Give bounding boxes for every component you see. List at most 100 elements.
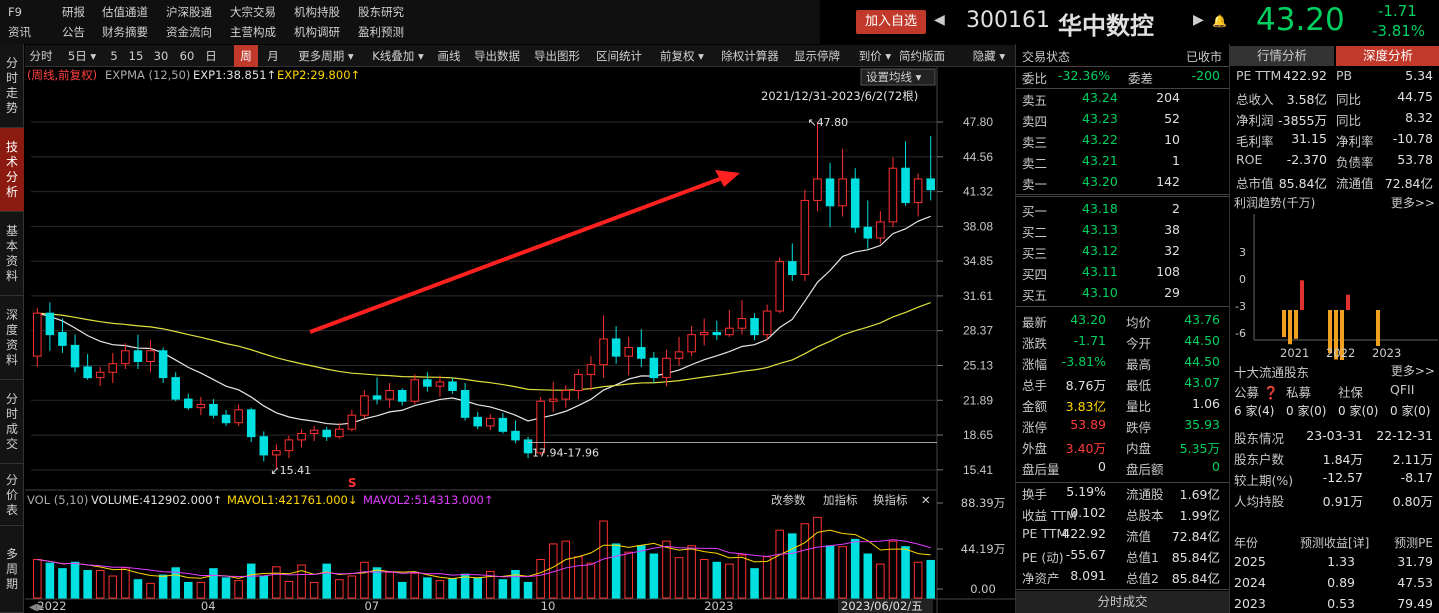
toolbar-button[interactable]: 30 [149, 45, 173, 67]
metric-label: 毛利率 [1236, 134, 1274, 149]
more-link[interactable]: 更多>> [1391, 194, 1435, 211]
more-link[interactable]: 更多>> [1391, 362, 1435, 379]
forecast-eps: 1.33 [1327, 554, 1355, 569]
sidebar-tab-1[interactable]: 技 术 分 析 [0, 128, 24, 212]
toolbar-button[interactable]: 15 [125, 45, 147, 67]
fund-label: 净资产 [1022, 571, 1060, 586]
candle-body [750, 318, 759, 336]
stat-value: 0 [1098, 459, 1106, 474]
toolbar-button[interactable]: 60 [175, 45, 199, 67]
top-menu: F9 研报 估值通道 沪深股通 大宗交易 机构持股 股东研究资讯 公告 财务摘要 资金流向 主营构成… [0, 0, 820, 44]
next-stock-icon[interactable]: ▶ [1193, 12, 1204, 28]
toolbar-button[interactable]: 隐藏 ▾ [963, 45, 1015, 67]
stat-value: 1.06 [1192, 396, 1220, 411]
orderbook-price: 43.13 [1082, 222, 1118, 237]
prev-stock-icon[interactable]: ◀ [934, 12, 945, 28]
menu-item[interactable]: 盈利预测 [358, 21, 404, 43]
menu-item[interactable]: 主营构成 [230, 21, 276, 43]
menu-item[interactable]: 公告 [62, 21, 85, 43]
separator [1016, 196, 1229, 197]
toolbar-button[interactable]: 区间统计 [591, 45, 647, 67]
sidebar-tab-2[interactable]: 基 本 资 料 [0, 212, 24, 296]
forecast-pe: 31.79 [1397, 554, 1433, 569]
sidebar-tab-3[interactable]: 深 度 资 料 [0, 296, 24, 380]
vol-button-0[interactable]: 改参数 [771, 493, 806, 507]
menu-item[interactable]: 沪深股通 [166, 1, 212, 23]
add-watchlist-button[interactable]: 加入自选 [856, 10, 926, 34]
holder-label: 股东户数 [1234, 452, 1285, 467]
forecast-header: 年份 [1234, 536, 1259, 550]
toolbar-button[interactable]: 到价 ▾ [851, 45, 899, 67]
mini-x-label: 2022 [1326, 346, 1355, 360]
candle-body [687, 334, 696, 353]
holder-label: 较上期(%) [1234, 473, 1294, 488]
menu-item[interactable]: F9 [8, 1, 22, 23]
stat-value: -3.81% [1061, 354, 1106, 369]
toolbar-button[interactable]: 简约版面 [895, 45, 949, 67]
sidebar-tab-0[interactable]: 分 时 走 势 [0, 44, 24, 128]
volume-bar [788, 533, 797, 599]
holder-value: 0.80万 [1392, 494, 1433, 509]
forecast-year: 2025 [1234, 554, 1266, 569]
menu-item[interactable]: 资金流向 [166, 21, 212, 43]
y-tick-label: 31.61 [963, 289, 993, 303]
volume-bar [297, 564, 306, 599]
toolbar-button[interactable]: 更多周期 ▾ [289, 45, 363, 67]
orderbook-label: 卖三 [1022, 135, 1048, 150]
menu-item[interactable]: 机构调研 [294, 21, 340, 43]
kline-chart[interactable]: 47.80 44.56 41.32 38.08 34.85 31.61 28.37 25.13… [25, 67, 1015, 613]
sidebar-tab-6[interactable]: 多 周 期 [0, 526, 24, 613]
toolbar-button[interactable]: 分时 [25, 45, 57, 67]
holder-value: 0.91万 [1322, 494, 1363, 509]
toolbar-button[interactable]: K线叠加 ▾ [365, 45, 431, 67]
candle-body [196, 403, 206, 409]
menu-item[interactable]: 大宗交易 [230, 1, 276, 23]
y-tick-label: 34.85 [963, 254, 993, 268]
candle-body [850, 178, 860, 228]
volume-bar [196, 581, 206, 599]
menu-item[interactable]: 股东研究 [358, 1, 404, 23]
forecast-year: 2023 [1234, 596, 1266, 611]
forecast-year: 2024 [1234, 575, 1266, 590]
tab-market-analysis[interactable]: 行情分析 [1230, 46, 1334, 66]
toolbar-button[interactable]: 显示停牌 [789, 45, 845, 67]
menu-item[interactable]: 估值通道 [102, 1, 148, 23]
toolbar-button[interactable]: 导出图形 [529, 45, 585, 67]
volume-bar [624, 551, 633, 599]
bell-icon[interactable]: 🔔 [1212, 14, 1227, 28]
volume-bar [699, 559, 709, 599]
holder-value: -12.57 [1322, 470, 1363, 485]
separator [1016, 482, 1229, 483]
sidebar-tab-4[interactable]: 分 时 成 交 [0, 380, 24, 464]
candle-body [460, 390, 470, 418]
vol-button-3[interactable]: ✕ [921, 493, 931, 507]
candle-body [863, 226, 873, 239]
stat-label: 跌停 [1126, 420, 1152, 435]
toolbar-button[interactable]: 日 [201, 45, 221, 67]
candle-body [611, 338, 621, 357]
toolbar-button[interactable]: 月 [261, 45, 285, 67]
tick-detail-button[interactable]: 分时成交 [1016, 591, 1229, 613]
vol-button-1[interactable]: 加指标 [823, 493, 858, 507]
menu-item[interactable]: 机构持股 [294, 1, 340, 23]
toolbar-button[interactable]: 画线 [433, 45, 465, 67]
toolbar-button[interactable]: 周 [234, 45, 258, 67]
toolbar-button[interactable]: 5日 ▾ [59, 45, 105, 67]
scroll-left-icon[interactable]: ◀▶ [29, 602, 45, 613]
toolbar-button[interactable]: 前复权 ▾ [653, 45, 711, 67]
toolbar-button[interactable]: 导出数据 [469, 45, 525, 67]
sidebar-tab-5[interactable]: 分 价 表 [0, 464, 24, 526]
legend-indicator: EXPMA (12,50) [105, 68, 190, 82]
vol-button-2[interactable]: 换指标 [873, 493, 908, 507]
volume-bar [599, 520, 608, 599]
menu-item[interactable]: 资讯 [8, 21, 31, 43]
metric-label: 同比 [1336, 113, 1362, 128]
menu-item[interactable]: 财务摘要 [102, 21, 148, 43]
settings-button[interactable]: 设置均线 ▾ [866, 70, 922, 84]
menu-item[interactable]: 研报 [62, 1, 85, 23]
stat-label: 内盘 [1126, 441, 1152, 456]
stat-value: 43.76 [1184, 312, 1220, 327]
tab-deep-analysis[interactable]: 深度分析 [1336, 46, 1439, 66]
toolbar-button[interactable]: 除权计算器 [715, 45, 785, 67]
toolbar-button[interactable]: 5 [105, 45, 123, 67]
